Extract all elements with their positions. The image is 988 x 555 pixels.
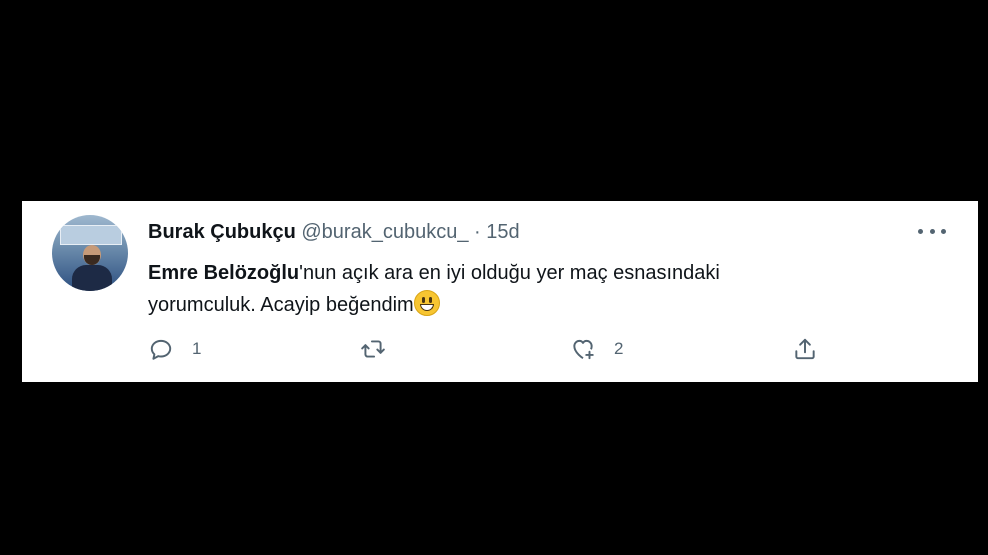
- tweet-text-line2: yorumculuk. Acayip beğendim: [148, 294, 414, 316]
- tweet-header: Burak Çubukçu @burak_cubukcu_ · 15d: [148, 219, 520, 245]
- tweet-card[interactable]: Burak Çubukçu @burak_cubukcu_ · 15d Emre…: [22, 201, 978, 382]
- retweet-button[interactable]: [360, 335, 404, 363]
- grinning-face-emoji: [413, 290, 440, 316]
- author-display-name[interactable]: Burak Çubukçu: [148, 221, 296, 243]
- tweet-text-line1: 'nun açık ara en iyi olduğu yer maç esna…: [299, 262, 720, 284]
- more-horizontal-icon[interactable]: [918, 221, 946, 241]
- tweet-timestamp[interactable]: 15d: [486, 221, 519, 243]
- mention-link[interactable]: Emre Belözoğlu: [148, 262, 299, 284]
- share-button[interactable]: [792, 335, 818, 363]
- share-icon: [795, 338, 815, 360]
- heart-icon: [573, 339, 594, 360]
- like-button[interactable]: 2: [570, 335, 623, 363]
- like-count: 2: [614, 339, 624, 358]
- time-separator: ·: [468, 221, 487, 243]
- avatar[interactable]: [52, 215, 128, 291]
- retweet-icon: [361, 340, 385, 358]
- reply-button[interactable]: 1: [148, 335, 201, 363]
- tweet-text: Emre Belözoğlu'nun açık ara en iyi olduğ…: [148, 257, 848, 321]
- avatar-background-sign: [60, 225, 122, 245]
- reply-count: 1: [192, 339, 202, 358]
- author-handle[interactable]: @burak_cubukcu_: [301, 221, 468, 243]
- tweet-actions: 1 2: [148, 335, 828, 363]
- avatar-beard: [84, 255, 100, 265]
- reply-icon: [150, 339, 172, 360]
- avatar-torso: [72, 265, 112, 291]
